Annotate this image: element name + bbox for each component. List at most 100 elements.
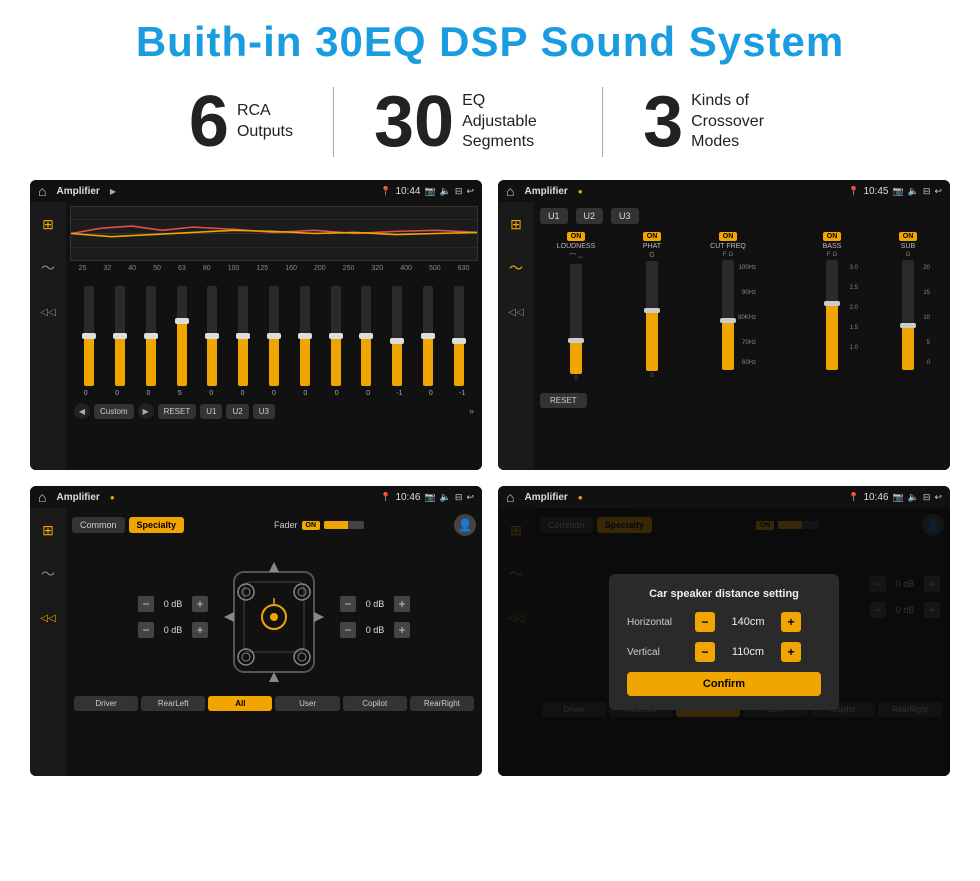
eq-slider-7[interactable]: [269, 286, 279, 386]
eq-slider-12[interactable]: [423, 286, 433, 386]
eq-prev-button[interactable]: ◀: [74, 403, 90, 419]
copilot-button[interactable]: Copilot: [343, 696, 407, 711]
vertical-plus-button[interactable]: +: [781, 642, 801, 662]
fader-wave-icon[interactable]: 〜: [34, 560, 62, 588]
u3-preset[interactable]: U3: [611, 208, 639, 224]
vertical-minus-button[interactable]: −: [695, 642, 715, 662]
home-icon-3[interactable]: ⌂: [38, 489, 46, 505]
left-controls: − 0 dB + − 0 dB +: [138, 596, 208, 638]
crossover-speaker-icon[interactable]: ◁◁: [502, 298, 530, 326]
eq-slider-6[interactable]: [238, 286, 248, 386]
specialty-tab[interactable]: Specialty: [129, 517, 185, 533]
eq-custom-button[interactable]: Custom: [94, 404, 134, 419]
location-icon-3: 📍: [380, 492, 391, 503]
horizontal-minus-button[interactable]: −: [695, 612, 715, 632]
status-icons-3: 📍 10:46 📷 🔈 ⊟ ↩: [380, 492, 474, 503]
u2-preset[interactable]: U2: [576, 208, 604, 224]
crossover-wave-icon[interactable]: 〜: [502, 254, 530, 282]
left-top-minus[interactable]: −: [138, 596, 154, 612]
bass-on[interactable]: ON: [823, 232, 842, 241]
eq-main-panel: 25 32 40 50 63 80 100 125 160 200 250 32…: [66, 202, 482, 470]
crossover-main-panel: U1 U2 U3 ON LOUDNESS ⌒ ⌣: [534, 202, 950, 470]
right-bottom-minus[interactable]: −: [340, 622, 356, 638]
home-icon-2[interactable]: ⌂: [506, 183, 514, 199]
left-bottom-plus[interactable]: +: [192, 622, 208, 638]
driver-button[interactable]: Driver: [74, 696, 138, 711]
eq-sliders-icon[interactable]: ⊞: [34, 210, 62, 238]
right-top-plus[interactable]: +: [394, 596, 410, 612]
fader-slider-bar[interactable]: [324, 521, 364, 529]
rec-dot-3: ●: [110, 493, 115, 502]
screen-icon-2: ⊟: [923, 186, 931, 197]
eq-val-13: -1: [457, 390, 467, 397]
confirm-button[interactable]: Confirm: [627, 672, 821, 696]
right-bottom-plus[interactable]: +: [394, 622, 410, 638]
home-icon-4[interactable]: ⌂: [506, 489, 514, 505]
phat-strip: ON PHAT G 0: [616, 232, 688, 379]
eq-slider-13[interactable]: [454, 286, 464, 386]
status-title-1: Amplifier: [56, 186, 99, 197]
eq-slider-10[interactable]: [361, 286, 371, 386]
phat-slider[interactable]: [646, 261, 658, 371]
left-bottom-value: 0 dB: [157, 625, 189, 635]
cutfreq-on[interactable]: ON: [719, 232, 738, 241]
fader-sliders-icon[interactable]: ⊞: [34, 516, 62, 544]
eq-slider-3[interactable]: [146, 286, 156, 386]
eq-label-500: 500: [429, 265, 441, 272]
home-icon-1[interactable]: ⌂: [38, 183, 46, 199]
eq-u1-button[interactable]: U1: [200, 404, 222, 419]
bass-slider[interactable]: 3.0 2.5 2.0 1.5 1.0: [826, 260, 838, 370]
all-button[interactable]: All: [208, 696, 272, 711]
status-time-3: 10:46: [395, 492, 420, 503]
eq-content: ⊞ 〜 ◁◁ 25: [30, 202, 482, 470]
eq-val-4: 5: [175, 390, 185, 397]
horizontal-row: Horizontal − 140cm +: [627, 612, 821, 632]
eq-slider-9[interactable]: [331, 286, 341, 386]
eq-u3-button[interactable]: U3: [253, 404, 275, 419]
loudness-slider[interactable]: [570, 264, 582, 374]
eq-buttons-row: ◀ Custom ▶ RESET U1 U2 U3 »: [70, 397, 478, 425]
eq-label-40: 40: [128, 265, 136, 272]
eq-slider-5[interactable]: [207, 286, 217, 386]
cutfreq-label: CUT FREQ: [710, 243, 746, 250]
dialog-overlay: Car speaker distance setting Horizontal …: [498, 508, 950, 776]
eq-slider-8[interactable]: [300, 286, 310, 386]
camera-icon-3: 📷: [424, 492, 435, 503]
back-icon-3[interactable]: ↩: [466, 492, 474, 503]
eq-reset-button[interactable]: RESET: [158, 404, 197, 419]
right-bottom-value: 0 dB: [359, 625, 391, 635]
eq-slider-4[interactable]: [177, 286, 187, 386]
eq-slider-1[interactable]: [84, 286, 94, 386]
eq-slider-11[interactable]: [392, 286, 402, 386]
u1-preset[interactable]: U1: [540, 208, 568, 224]
horizontal-plus-button[interactable]: +: [781, 612, 801, 632]
right-top-value: 0 dB: [359, 599, 391, 609]
fader-on-btn[interactable]: ON: [302, 521, 321, 530]
sub-slider[interactable]: 20 15 10 5 0: [902, 260, 914, 370]
eq-next-button[interactable]: ▶: [138, 403, 154, 419]
common-tab[interactable]: Common: [72, 517, 125, 533]
crossover-reset-button[interactable]: RESET: [540, 393, 587, 408]
phat-on[interactable]: ON: [643, 232, 662, 241]
rearright-button[interactable]: RearRight: [410, 696, 474, 711]
back-icon-1[interactable]: ↩: [466, 186, 474, 197]
rearleft-button[interactable]: RearLeft: [141, 696, 205, 711]
profile-icon-3[interactable]: 👤: [454, 514, 476, 536]
loudness-on[interactable]: ON: [567, 232, 586, 241]
sub-on[interactable]: ON: [899, 232, 918, 241]
back-icon-2[interactable]: ↩: [934, 186, 942, 197]
cutfreq-freq5: 60Hz: [742, 360, 756, 366]
user-button[interactable]: User: [275, 696, 339, 711]
left-bottom-minus[interactable]: −: [138, 622, 154, 638]
cutfreq-slider[interactable]: 100Hz 90Hz 80KHz 70Hz 60Hz: [722, 260, 734, 370]
back-icon-4[interactable]: ↩: [934, 492, 942, 503]
right-top-minus[interactable]: −: [340, 596, 356, 612]
fader-header-right: Fader ON: [274, 520, 364, 530]
crossover-sliders-icon[interactable]: ⊞: [502, 210, 530, 238]
eq-wave-icon[interactable]: 〜: [34, 254, 62, 282]
eq-speaker-icon[interactable]: ◁◁: [34, 298, 62, 326]
fader-speaker-icon[interactable]: ◁◁: [34, 604, 62, 632]
eq-u2-button[interactable]: U2: [226, 404, 248, 419]
eq-slider-2[interactable]: [115, 286, 125, 386]
left-top-plus[interactable]: +: [192, 596, 208, 612]
